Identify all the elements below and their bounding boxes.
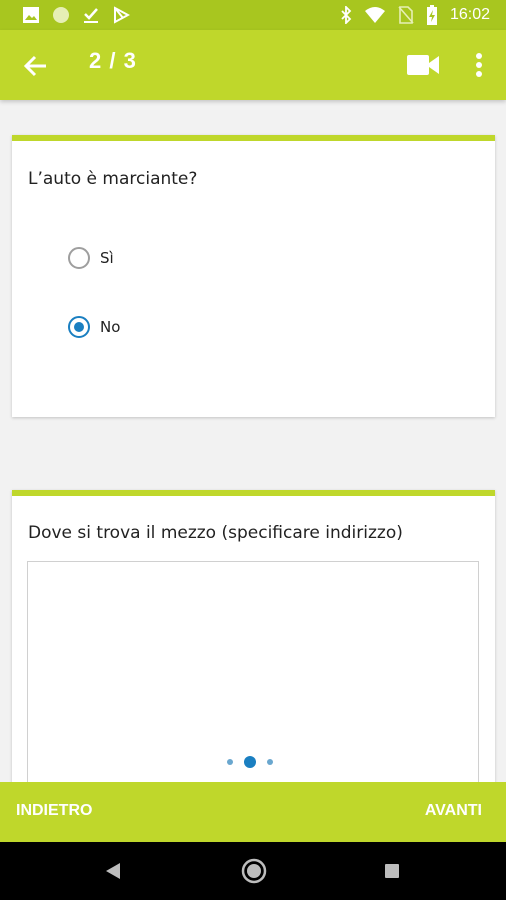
system-nav-bar <box>0 842 506 900</box>
play-store-icon <box>114 6 130 24</box>
radio-option-no[interactable]: No <box>68 316 120 338</box>
nav-recent-icon[interactable] <box>384 863 400 879</box>
radio-label: Sì <box>100 249 114 267</box>
question-card-2: Dove si trova il mezzo (specificare indi… <box>12 490 495 801</box>
download-done-icon <box>84 8 98 23</box>
back-button[interactable]: INDIETRO <box>16 802 92 820</box>
page-title: 2 / 3 <box>89 48 137 73</box>
app-toolbar: 2 / 3 <box>0 30 506 100</box>
pager-dot-active <box>244 756 256 768</box>
bluetooth-icon <box>341 6 352 24</box>
status-bar: 16:02 <box>0 0 506 30</box>
pager-indicator <box>227 756 273 768</box>
radio-button[interactable] <box>68 316 90 338</box>
pager-dot <box>267 759 273 765</box>
nav-home-icon[interactable] <box>241 858 267 884</box>
question-title: Dove si trova il mezzo (specificare indi… <box>28 523 403 543</box>
radio-option-si[interactable]: Sì <box>68 247 114 269</box>
wifi-icon <box>364 7 385 23</box>
more-vert-icon[interactable] <box>470 50 488 80</box>
no-sim-icon <box>398 6 414 24</box>
question-card-1: L’auto è marciante? Sì No <box>12 135 495 417</box>
circle-icon <box>53 7 69 23</box>
battery-icon <box>426 5 437 25</box>
radio-label: No <box>100 318 121 336</box>
radio-button[interactable] <box>68 247 90 269</box>
bottom-nav-bar: INDIETRO AVANTI <box>0 782 506 842</box>
pager-dot <box>227 759 233 765</box>
videocam-icon[interactable] <box>406 52 440 78</box>
nav-back-icon[interactable] <box>104 861 122 881</box>
status-time: 16:02 <box>449 6 490 23</box>
arrow-left-icon[interactable] <box>22 52 50 80</box>
question-title: L’auto è marciante? <box>28 169 198 189</box>
next-button[interactable]: AVANTI <box>425 802 482 820</box>
image-icon <box>23 7 39 23</box>
